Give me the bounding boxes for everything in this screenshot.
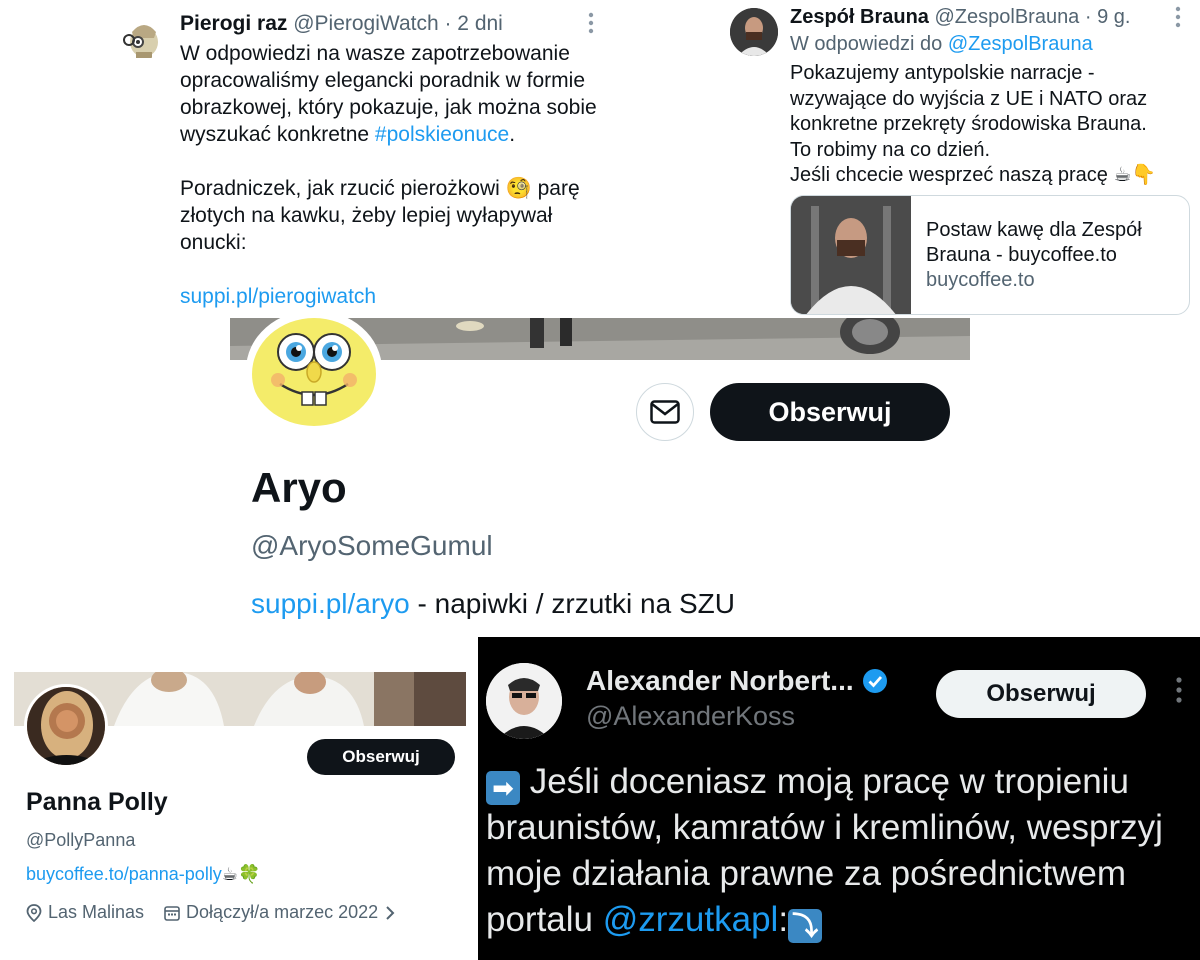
pierogi-line: onucki: (180, 231, 247, 254)
brauna-header: Zespół Brauna @ZespolBrauna · 9 g. (790, 6, 1130, 29)
bio-text: - napiwki / zrzutki na SZU (409, 588, 735, 619)
pierogi-line: obrazkowej, który pokazuje, jak można so… (180, 96, 597, 119)
reply-handle-link[interactable]: @ZespolBrauna (948, 33, 1093, 55)
more-icon[interactable] (588, 12, 594, 40)
pierogi-name[interactable]: Pierogi raz (180, 12, 287, 35)
pierogi-line: Poradniczek, jak rzucić pierożkowi 🧐 par… (180, 175, 610, 202)
alexander-tweet: Alexander Norbert... @AlexanderKoss Obse… (478, 637, 1200, 960)
more-icon[interactable] (1176, 677, 1182, 708)
pierogi-text-fragment: parę (531, 177, 580, 200)
pierogi-line: złotych na kawku, żeby lepiej wyłapywał (180, 204, 553, 227)
arrow-down-emoji: ⤵ (788, 909, 823, 943)
mention-link[interactable]: @zrzutkapl (603, 900, 779, 939)
follow-button[interactable]: Obserwuj (307, 739, 455, 775)
bio-emoji: ☕🍀 (221, 864, 261, 884)
alexander-name-row: Alexander Norbert... (586, 665, 888, 697)
verified-badge-icon (862, 669, 887, 693)
pierogi-header: Pierogi raz @PierogiWatch · 2 dni (180, 12, 503, 36)
joined-text: Dołączył/a marzec 2022 (186, 902, 379, 922)
pierogi-line: opracowaliśmy elegancki poradnik w formi… (180, 69, 586, 92)
pierogi-time[interactable]: · 2 dni (444, 12, 502, 35)
reply-prefix: W odpowiedzi do (790, 33, 948, 55)
brauna-line: konkretne przekręty środowiska Brauna. (790, 113, 1147, 135)
alexander-avatar[interactable] (486, 663, 562, 739)
bio-link[interactable]: suppi.pl/aryo (251, 588, 410, 619)
link-card[interactable]: Postaw kawę dla Zespół Brauna - buycoffe… (790, 195, 1190, 315)
arrow-right-emoji: ➡ (486, 771, 520, 805)
bio-link[interactable]: buycoffee.to/panna-polly (26, 864, 222, 884)
envelope-icon (650, 400, 680, 424)
follow-button[interactable]: Obserwuj (936, 670, 1146, 718)
brauna-handle[interactable]: @ZespolBrauna (934, 6, 1079, 28)
aryo-avatar[interactable] (246, 310, 382, 430)
alexander-line: ➡ Jeśli doceniasz moją pracę w tropieniu (486, 759, 1198, 805)
profile-bio: suppi.pl/aryo - napiwki / zrzutki na SZU (251, 588, 735, 620)
alexander-line: portalu @zrzutkapl: ⤵ (486, 897, 1198, 943)
more-icon[interactable] (1175, 6, 1181, 34)
pierogi-text-fragment: Poradniczek, jak rzucić pierożkowi (180, 177, 506, 200)
brauna-time[interactable]: · 9 g. (1085, 6, 1131, 28)
calendar-icon (164, 905, 180, 921)
brauna-tweet: Zespół Brauna @ZespolBrauna · 9 g. W odp… (720, 0, 1200, 318)
location-text: Las Malinas (48, 902, 145, 922)
alexander-text-fragment: Jeśli doceniasz moją pracę w tropieniu (520, 762, 1129, 801)
polly-profile: Obserwuj Panna Polly @PollyPanna buycoff… (0, 660, 478, 960)
suppi-link[interactable]: suppi.pl/pierogiwatch (180, 283, 610, 310)
profile-name: Panna Polly (26, 788, 168, 816)
message-button[interactable] (636, 383, 694, 441)
alexander-name[interactable]: Alexander Norbert... (586, 665, 854, 697)
pierogi-text-fragment: . (509, 123, 516, 146)
polly-avatar[interactable] (24, 684, 108, 768)
brauna-line: Jeśli chcecie wesprzeć naszą pracę ☕👇 (790, 164, 1157, 186)
brauna-name[interactable]: Zespół Brauna (790, 6, 929, 28)
pierogi-line: W odpowiedzi na wasze zapotrzebowanie (180, 42, 570, 65)
card-domain: buycoffee.to (926, 269, 1035, 291)
pierogi-tweet: Pierogi raz @PierogiWatch · 2 dni W odpo… (110, 0, 620, 318)
brauna-avatar[interactable] (730, 8, 778, 56)
pierogi-text: W odpowiedzi na wasze zapotrzebowanie op… (180, 40, 610, 310)
alexander-line: braunistów, kamratów i kremlinów, wesprz… (486, 808, 1163, 847)
pierogi-handle[interactable]: @PierogiWatch (293, 12, 438, 35)
aryo-profile: Obserwuj Aryo @AryoSomeGumul suppi.pl/ar… (230, 310, 970, 638)
alexander-text: ➡ Jeśli doceniasz moją pracę w tropieniu… (486, 759, 1198, 943)
profile-meta: Las Malinas Dołączył/a marzec 2022 (26, 902, 396, 923)
alexander-text-fragment: : (778, 900, 789, 939)
pierogi-line: wyszukać konkretne #polskieonuce. (180, 121, 610, 148)
alexander-line: moje działania prawne za pośrednictwem (486, 854, 1127, 893)
card-text: Postaw kawę dla Zespół Brauna - buycoffe… (926, 218, 1181, 293)
pierogi-avatar[interactable] (120, 16, 164, 60)
hashtag-link[interactable]: #polskieonuce (375, 123, 509, 146)
profile-handle: @AryoSomeGumul (251, 530, 493, 561)
card-title: Postaw kawę dla Zespół Brauna - buycoffe… (926, 219, 1142, 266)
brauna-line: wzywające do wyjścia z UE i NATO oraz (790, 87, 1148, 110)
profile-bio: buycoffee.to/panna-polly☕🍀 (26, 864, 260, 885)
card-thumbnail (791, 196, 911, 314)
brauna-text: Pokazujemy antypolskie narracje - wzywaj… (790, 61, 1190, 189)
brauna-line: To robimy na co dzień. (790, 138, 991, 161)
brauna-line: Pokazujemy antypolskie narracje - (790, 62, 1095, 84)
profile-name: Aryo (251, 464, 347, 511)
monocle-emoji: 🧐 (505, 177, 532, 200)
location-pin-icon (26, 903, 42, 922)
alexander-handle[interactable]: @AlexanderKoss (586, 701, 795, 732)
profile-handle: @PollyPanna (26, 830, 136, 850)
pierogi-text-fragment: wyszukać konkretne (180, 123, 375, 146)
reply-context: W odpowiedzi do @ZespolBrauna (790, 33, 1093, 56)
alexander-text-fragment: portalu (486, 900, 603, 939)
chevron-right-icon[interactable] (384, 905, 396, 921)
follow-button[interactable]: Obserwuj (710, 383, 950, 441)
